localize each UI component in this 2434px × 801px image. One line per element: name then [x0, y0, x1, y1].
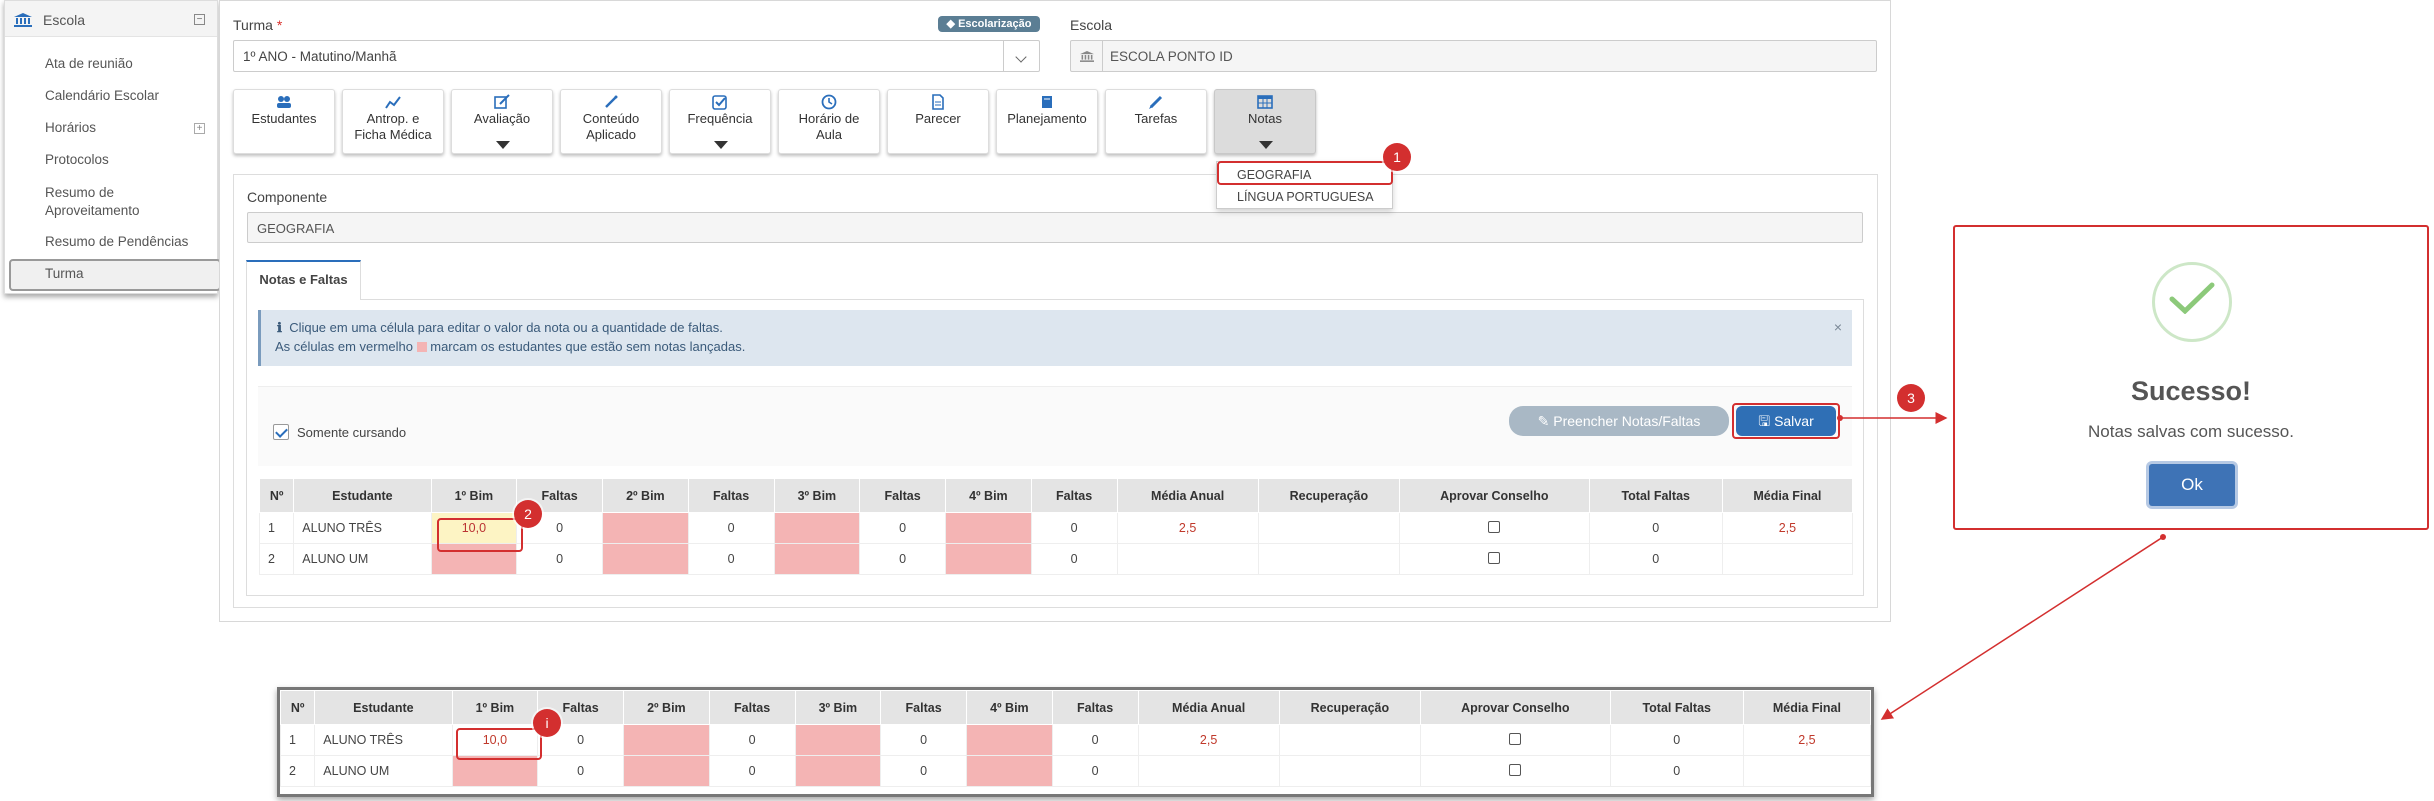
arrow-dot [1837, 415, 1843, 421]
annotation-arrows [1837, 412, 2166, 720]
step-marker-3: 3 [1897, 384, 1925, 412]
arrow-dot [2160, 534, 2166, 540]
step-marker-2: 2 [514, 500, 542, 528]
info-marker: i [533, 709, 561, 737]
step-marker-1: 1 [1383, 143, 1411, 171]
arrow-line-modal [1880, 536, 2164, 720]
